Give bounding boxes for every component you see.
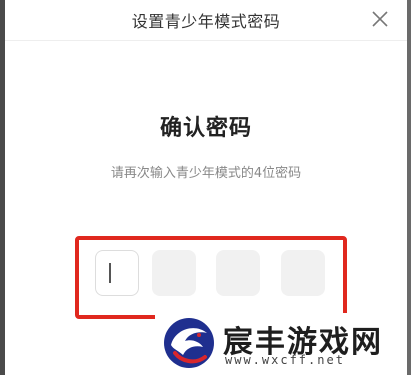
watermark-url: www.wxcff.net [225,353,345,367]
background-right-edge [407,0,411,375]
page-heading: 确认密码 [159,116,252,141]
pin-digit-box-3[interactable] [216,250,260,296]
pin-digit-box-2[interactable] [152,250,196,296]
dialog-title: 设置青少年模式密码 [131,12,281,31]
instruction-text: 请再次输入青少年模式的4位密码 [110,166,302,181]
dragon-logo-icon [164,318,214,368]
site-watermark: 宸丰游戏网 www.wxcff.net [155,313,407,375]
title-divider [5,40,407,41]
text-caret [109,263,111,283]
close-button[interactable] [367,6,393,32]
pin-digit-box-1[interactable] [95,250,139,296]
pin-digit-box-4[interactable] [281,250,325,296]
close-icon [372,11,388,27]
